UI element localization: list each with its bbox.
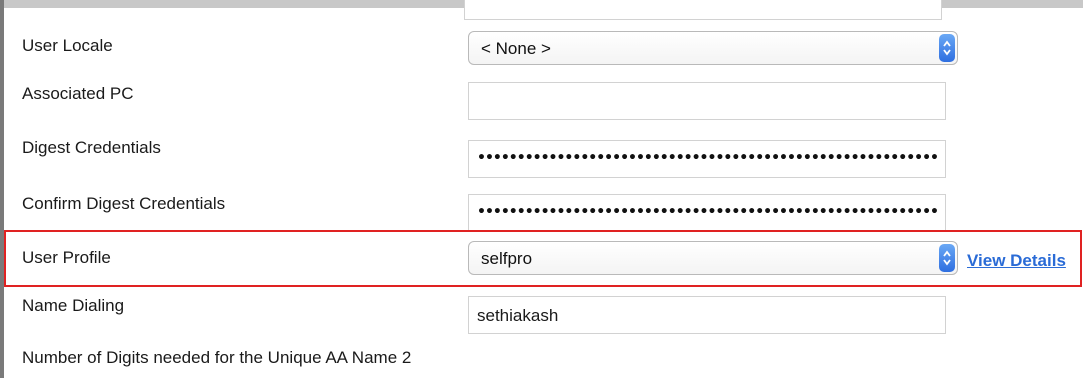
user-form: User Locale < None > Associated PC Diges… — [0, 0, 1083, 378]
user-locale-label: User Locale — [22, 36, 113, 55]
confirm-digest-credentials-masked: ••••••••••••••••••••••••••••••••••••••••… — [477, 204, 939, 220]
row-associated-pc: Associated PC — [4, 80, 1083, 128]
row-user-locale: User Locale < None > — [4, 28, 1083, 68]
user-profile-select[interactable]: selfpro — [468, 241, 958, 275]
user-profile-value: selfpro — [481, 249, 533, 268]
row-unique-aa-digits: Number of Digits needed for the Unique A… — [4, 344, 1083, 374]
name-dialing-value: sethiakash — [477, 306, 559, 325]
unique-aa-digits-label-text: Number of Digits needed for the Unique A… — [22, 348, 398, 367]
digest-credentials-label: Digest Credentials — [22, 138, 161, 157]
updown-chevron-icon — [939, 244, 955, 272]
row-digest-credentials: Digest Credentials •••••••••••••••••••••… — [4, 132, 1083, 180]
row-confirm-digest-credentials: Confirm Digest Credentials •••••••••••••… — [4, 188, 1083, 234]
associated-pc-label: Associated PC — [22, 84, 134, 103]
unique-aa-digits-value: 2 — [401, 348, 412, 367]
previous-field-input[interactable] — [464, 0, 942, 20]
associated-pc-input[interactable] — [468, 82, 946, 120]
confirm-digest-credentials-label: Confirm Digest Credentials — [22, 194, 226, 213]
digest-credentials-input[interactable]: ••••••••••••••••••••••••••••••••••••••••… — [468, 140, 946, 178]
name-dialing-label: Name Dialing — [22, 296, 125, 315]
digest-credentials-masked: ••••••••••••••••••••••••••••••••••••••••… — [477, 150, 939, 166]
row-user-profile: User Profile selfpro View Details — [4, 238, 1083, 282]
view-details-link[interactable]: View Details — [967, 251, 1066, 271]
unique-aa-digits-label: Number of Digits needed for the Unique A… — [22, 348, 411, 368]
user-profile-label: User Profile — [22, 248, 111, 267]
confirm-digest-credentials-input[interactable]: ••••••••••••••••••••••••••••••••••••••••… — [468, 194, 946, 232]
user-locale-select[interactable]: < None > — [468, 31, 958, 65]
user-locale-value: < None > — [481, 39, 551, 58]
row-name-dialing: Name Dialing sethiakash — [4, 292, 1083, 338]
name-dialing-input[interactable]: sethiakash — [468, 296, 946, 334]
updown-chevron-icon — [939, 34, 955, 62]
